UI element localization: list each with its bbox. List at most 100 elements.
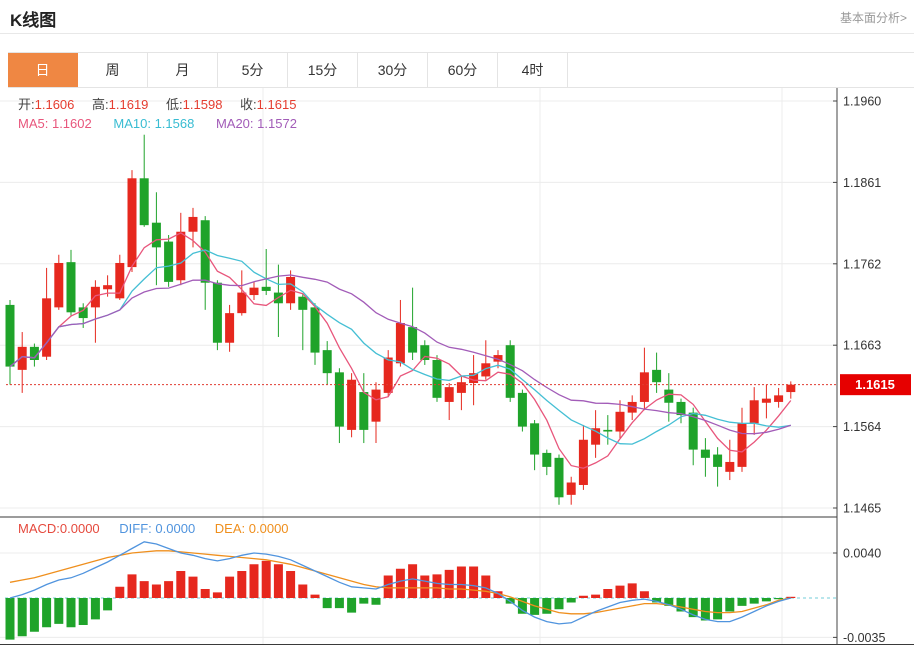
macd-tick-label: -0.0035 (843, 631, 885, 645)
macd-bar (54, 598, 63, 624)
price-tag-value: 1.1615 (855, 377, 895, 392)
tab-4hour[interactable]: 4时 (498, 53, 568, 87)
macd-bar (750, 598, 759, 604)
macd-value-legend: MACD:0.0000 (18, 521, 100, 536)
ma20-legend: MA20: 1.1572 (216, 116, 297, 131)
candle-body (347, 380, 356, 430)
macd-bar (164, 581, 173, 598)
macd-bar (201, 589, 210, 598)
candle-body (67, 262, 76, 312)
macd-bar (311, 595, 320, 598)
candle-body (701, 450, 710, 458)
tab-week[interactable]: 周 (78, 53, 148, 87)
ma5-legend: MA5: 1.1602 (18, 116, 92, 131)
open-value: 1.1606 (35, 97, 75, 112)
tab-30min[interactable]: 30分 (358, 53, 428, 87)
macd-bar (579, 596, 588, 598)
macd-bar (591, 595, 600, 598)
candle-body (384, 358, 393, 393)
macd-bar (762, 598, 771, 601)
macd-bar (250, 564, 259, 598)
candle-body (6, 305, 15, 367)
macd-bar (567, 598, 576, 603)
macd-bar (555, 598, 564, 609)
macd-bar (152, 585, 161, 599)
macd-bar (335, 598, 344, 608)
grid-lines (0, 88, 837, 645)
kline-page: { "header": { "title": "K线图", "more_link… (0, 0, 914, 647)
candle-body (542, 453, 551, 467)
macd-bar (408, 564, 417, 598)
dea-value-legend: DEA: 0.0000 (215, 521, 289, 536)
macd-bar (738, 598, 747, 606)
header: K线图 基本面分析> (0, 0, 914, 34)
macd-bar (237, 571, 246, 598)
macd-bar (372, 598, 381, 605)
tab-5min[interactable]: 5分 (218, 53, 288, 87)
candle-body (189, 217, 198, 232)
candle-body (250, 288, 259, 295)
price-tick-label: 1.1564 (843, 420, 881, 434)
candle-body (616, 412, 625, 432)
price-tick-label: 1.1663 (843, 339, 881, 353)
candle-body (91, 287, 100, 308)
candles-pane (6, 135, 796, 505)
high-value: 1.1619 (109, 97, 149, 112)
candle-body (786, 385, 795, 392)
candle-body (420, 345, 429, 360)
candle-body (298, 297, 307, 310)
fundamental-analysis-link[interactable]: 基本面分析> (840, 9, 907, 26)
macd-histogram (6, 561, 796, 640)
open-label: 开: (18, 97, 35, 112)
macd-bar (359, 598, 368, 604)
tab-15min[interactable]: 15分 (288, 53, 358, 87)
candle-body (555, 458, 564, 497)
current-price-tag: 1.1615 (840, 374, 911, 395)
macd-bar (640, 591, 649, 598)
macd-bar (616, 586, 625, 598)
candle-body (567, 483, 576, 495)
macd-bar (67, 598, 76, 627)
candle-body (335, 372, 344, 426)
candle-body (18, 347, 27, 370)
candle-body (457, 382, 466, 393)
macd-bar (298, 585, 307, 599)
macd-bar (603, 589, 612, 598)
macd-bar (323, 598, 332, 608)
candle-body (725, 462, 734, 472)
macd-bar (286, 571, 295, 598)
y-axis-labels: 1.19601.18611.17621.16631.15641.14650.00… (833, 95, 885, 645)
tab-month[interactable]: 月 (148, 53, 218, 87)
macd-bar (274, 564, 283, 598)
candle-body (213, 283, 222, 343)
macd-bar (433, 574, 442, 598)
macd-bar (420, 576, 429, 599)
candle-body (750, 400, 759, 423)
macd-bar (457, 567, 466, 599)
candle-body (518, 393, 527, 427)
macd-bar (176, 571, 185, 598)
candle-body (445, 387, 454, 402)
macd-bar (225, 577, 234, 598)
kline-chart-canvas[interactable]: 1.19601.18611.17621.16631.15641.14650.00… (0, 88, 914, 647)
candle-body (396, 323, 405, 363)
macd-bar (140, 581, 149, 598)
macd-legend: MACD:0.0000 DIFF: 0.0000 DEA: 0.0000 (18, 521, 289, 536)
timeframe-tabbar: 日 周 月 5分 15分 30分 60分 4时 (8, 52, 914, 88)
high-label: 高: (92, 97, 109, 112)
macd-bar (786, 597, 795, 598)
candle-body (164, 242, 173, 282)
macd-bar (725, 598, 734, 612)
macd-bar (542, 598, 551, 614)
macd-bar (384, 576, 393, 599)
macd-bar (701, 598, 710, 621)
tab-day[interactable]: 日 (8, 53, 78, 87)
candle-body (603, 430, 612, 432)
low-label: 低: (166, 97, 183, 112)
candle-body (530, 423, 539, 454)
candle-body (128, 178, 137, 267)
tab-60min[interactable]: 60分 (428, 53, 498, 87)
candle-body (323, 350, 332, 373)
macd-bar (774, 598, 783, 599)
candle-body (225, 313, 234, 343)
